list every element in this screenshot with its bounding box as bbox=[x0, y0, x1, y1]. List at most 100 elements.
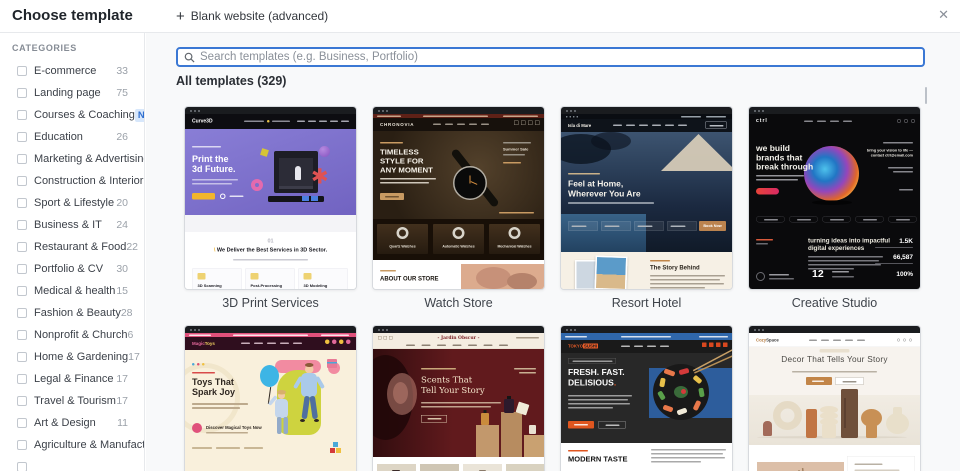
checkbox[interactable] bbox=[17, 352, 27, 362]
template-card-3d-print-services[interactable]: Curve3D Print the 3d Future. ✱ 01 \ We D… bbox=[184, 106, 357, 310]
sidebar-item-portfolio-cv[interactable]: Portfolio & CV 30 bbox=[0, 258, 144, 280]
decor bbox=[275, 399, 288, 418]
decor bbox=[519, 372, 536, 374]
sidebar-item-art-design[interactable]: Art & Design 11 bbox=[0, 412, 144, 434]
decor bbox=[762, 328, 764, 331]
checkbox[interactable] bbox=[17, 110, 27, 120]
sidebar-item-courses-coaching[interactable]: Courses & CoachingNew8 bbox=[0, 104, 144, 126]
decor: 3D Modeling bbox=[303, 283, 328, 289]
decor bbox=[756, 243, 768, 245]
checkbox[interactable] bbox=[17, 242, 27, 252]
sidebar-item-restaurant-food[interactable]: Restaurant & Food 22 bbox=[0, 236, 144, 258]
secondary-button bbox=[598, 421, 626, 429]
template-card-home-decor[interactable]: CozySpace Decor That Tells Your Story bbox=[748, 325, 921, 471]
social-icon bbox=[709, 342, 714, 347]
template-thumbnail[interactable]: CHRONOVIA TIMELESS STYLE FOR ANY MOMENT Su… bbox=[372, 106, 545, 290]
template-thumbnail[interactable]: Curve3D Print the 3d Future. ✱ 01 \ We D… bbox=[184, 106, 357, 290]
checkbox[interactable] bbox=[17, 374, 27, 384]
template-card-resort-hotel[interactable]: Isla di Mare Feel at Home, Wherever You A… bbox=[560, 106, 733, 310]
template-thumbnail[interactable]: Isla di Mare Feel at Home, Wherever You A… bbox=[560, 106, 733, 290]
browser-bar bbox=[749, 326, 920, 333]
decor: Nonprofit & Church bbox=[34, 329, 128, 341]
checkbox[interactable] bbox=[17, 286, 27, 296]
perfume-bottle bbox=[504, 399, 514, 413]
sidebar-item-partial[interactable] bbox=[0, 456, 144, 471]
cta-button bbox=[192, 193, 215, 200]
blank-website-button[interactable]: + Blank website (advanced) bbox=[176, 0, 328, 32]
decor: . bbox=[613, 378, 617, 388]
hero-headline: Print the 3d Future. bbox=[192, 154, 236, 174]
checkbox[interactable] bbox=[17, 66, 27, 76]
checkbox[interactable] bbox=[17, 264, 27, 274]
sidebar-item-ecommerce[interactable]: E-commerce 33 bbox=[0, 60, 144, 82]
template-thumbnail[interactable]: CozySpace Decor That Tells Your Story bbox=[748, 325, 921, 471]
sidebar-item-home-gardening[interactable]: Home & Gardening 17 bbox=[0, 346, 144, 368]
template-card-perfume[interactable]: - Jardin Obscur - Scents That Tell Your S… bbox=[372, 325, 545, 471]
decor bbox=[508, 227, 521, 239]
sidebar-item-agriculture-manufacturing[interactable]: Agriculture & Manufacturing9 bbox=[0, 434, 144, 456]
decor bbox=[756, 175, 804, 177]
social-icon bbox=[903, 338, 906, 342]
sidebar-item-marketing-advertising[interactable]: Marketing & Advertising25 bbox=[0, 148, 144, 170]
decor bbox=[476, 267, 511, 289]
decor bbox=[229, 195, 244, 197]
template-card-toys[interactable]: MagicToys Toys That Spark Joy Discover M… bbox=[184, 325, 357, 471]
sidebar-item-landing-page[interactable]: Landing page 75 bbox=[0, 82, 144, 104]
sidebar-item-fashion-beauty[interactable]: Fashion & Beauty 28 bbox=[0, 302, 144, 324]
sidebar-item-business-it[interactable]: Business & IT 24 bbox=[0, 214, 144, 236]
decor bbox=[888, 167, 913, 169]
perfume-bottle bbox=[529, 425, 536, 434]
template-thumbnail[interactable]: TOKYOSUSHI FRESH. FAST. DELISIOUS. MODER… bbox=[560, 325, 733, 471]
sidebar-item-legal-finance[interactable]: Legal & Finance 17 bbox=[0, 368, 144, 390]
checkbox[interactable] bbox=[17, 132, 27, 142]
decor bbox=[396, 227, 409, 239]
sidebar-item-travel-tourism[interactable]: Travel & Tourism 17 bbox=[0, 390, 144, 412]
close-icon[interactable]: ✕ bbox=[938, 8, 949, 21]
sidebar-item-nonprofit-church[interactable]: Nonprofit & Church 6 bbox=[0, 324, 144, 346]
decor bbox=[507, 273, 537, 289]
browser-bar bbox=[185, 107, 356, 114]
checkbox[interactable] bbox=[17, 462, 27, 471]
decor bbox=[406, 344, 415, 346]
checkbox[interactable] bbox=[17, 154, 27, 164]
template-card-watch-store[interactable]: CHRONOVIA TIMELESS STYLE FOR ANY MOMENT Su… bbox=[372, 106, 545, 310]
checkbox[interactable] bbox=[17, 176, 27, 186]
checkbox[interactable] bbox=[17, 198, 27, 208]
sidebar-item-education[interactable]: Education 26 bbox=[0, 126, 144, 148]
template-card-sushi-restaurant[interactable]: TOKYOSUSHI FRESH. FAST. DELISIOUS. MODER… bbox=[560, 325, 733, 471]
decor bbox=[421, 344, 431, 346]
decor: brands that bbox=[756, 152, 803, 163]
template-thumbnail[interactable]: MagicToys Toys That Spark Joy Discover M… bbox=[184, 325, 357, 471]
decor bbox=[797, 219, 811, 221]
search-input[interactable] bbox=[200, 51, 917, 63]
sidebar-item-sport-lifestyle[interactable]: Sport & Lifestyle 20 bbox=[0, 192, 144, 214]
decor bbox=[709, 124, 724, 127]
checkbox[interactable] bbox=[17, 308, 27, 318]
sidebar-item-construction-interior[interactable]: Construction & Interior16 bbox=[0, 170, 144, 192]
checkbox[interactable] bbox=[17, 330, 27, 340]
decor bbox=[481, 123, 489, 125]
decor: Feel at Home, bbox=[568, 179, 624, 189]
decor bbox=[308, 120, 316, 122]
decor bbox=[568, 399, 628, 401]
about-image bbox=[461, 264, 544, 289]
booking-field bbox=[568, 221, 598, 231]
checkbox[interactable] bbox=[17, 88, 27, 98]
template-name: Watch Store bbox=[424, 296, 493, 310]
browser-bar bbox=[749, 107, 920, 114]
decor bbox=[570, 109, 572, 112]
scrollbar-thumb[interactable] bbox=[925, 87, 927, 104]
decor: We Deliver the Best Services in 3D Secto… bbox=[216, 247, 328, 253]
decor: break through bbox=[756, 162, 814, 172]
decor: digital experiences bbox=[808, 244, 865, 252]
checkbox[interactable] bbox=[17, 220, 27, 230]
template-thumbnail[interactable]: - Jardin Obscur - Scents That Tell Your S… bbox=[372, 325, 545, 471]
template-card-creative-studio[interactable]: ctrl we build brands that break through br… bbox=[748, 106, 921, 310]
checkbox[interactable] bbox=[17, 418, 27, 428]
checkbox[interactable] bbox=[17, 396, 27, 406]
template-thumbnail[interactable]: ctrl we build brands that break through br… bbox=[748, 106, 921, 290]
checkbox[interactable] bbox=[17, 440, 27, 450]
hero-headline: we build brands that break through bbox=[756, 144, 813, 172]
category-card: Quartz Watches bbox=[377, 224, 428, 254]
sidebar-item-medical-health[interactable]: Medical & health 15 bbox=[0, 280, 144, 302]
